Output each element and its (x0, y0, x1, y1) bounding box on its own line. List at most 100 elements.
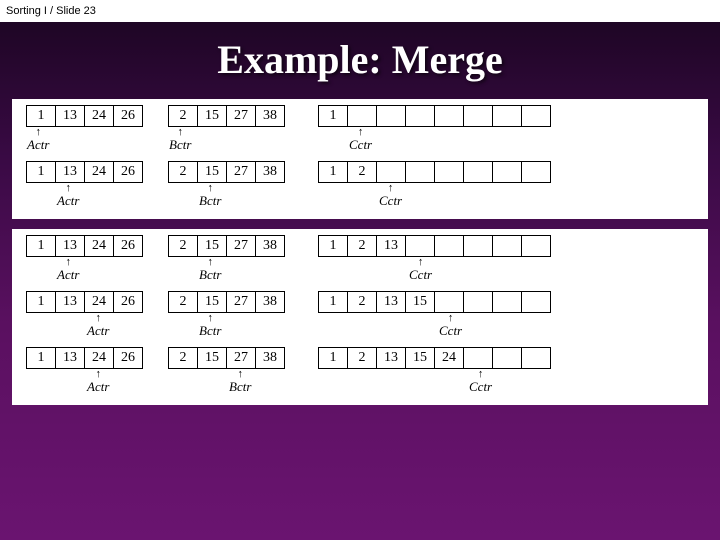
array-cell: . (463, 235, 493, 257)
array-cell: 15 (197, 161, 227, 183)
array-group: 12131524...↑Cctr (318, 347, 558, 397)
array-cell: 24 (84, 235, 114, 257)
array-cell: . (521, 291, 551, 313)
pointer-label: ↑Bctr (199, 257, 221, 283)
array-boxes: 2152738 (168, 235, 285, 257)
array-cell: 2 (347, 235, 377, 257)
up-arrow-icon: ↑ (478, 369, 484, 379)
array-cell: 38 (255, 105, 285, 127)
array-group: 1132426↑Actr (26, 161, 146, 211)
merge-figure-top: 1132426↑Actr2152738↑Bctr1.......↑Cctr113… (12, 99, 708, 219)
pointer-text: Cctr (379, 193, 402, 209)
array-cell: 27 (226, 291, 256, 313)
up-arrow-icon: ↑ (237, 369, 243, 379)
array-cell: 13 (376, 347, 406, 369)
pointer-row: ↑Bctr (168, 313, 288, 341)
array-cell: . (492, 291, 522, 313)
array-cell: 2 (168, 105, 198, 127)
array-cell: 1 (318, 347, 348, 369)
pointer-row: ↑Bctr (168, 257, 288, 285)
array-cell: . (521, 347, 551, 369)
array-cell: . (463, 291, 493, 313)
array-group: 2152738↑Bctr (168, 105, 288, 155)
array-cell: 13 (376, 291, 406, 313)
array-cell: 26 (113, 291, 143, 313)
array-cell: . (434, 291, 464, 313)
array-cell: 2 (347, 347, 377, 369)
pointer-row: ↑Actr (26, 183, 146, 211)
pointer-label: ↑Actr (27, 127, 49, 153)
pointer-text: Actr (87, 323, 109, 339)
array-group: 12......↑Cctr (318, 161, 558, 211)
array-cell: 15 (197, 347, 227, 369)
pointer-text: Bctr (169, 137, 191, 153)
array-cell: 13 (376, 235, 406, 257)
array-cell: 26 (113, 347, 143, 369)
pointer-text: Bctr (199, 323, 221, 339)
array-cell: 1 (318, 291, 348, 313)
pointer-row: ↑Cctr (318, 369, 558, 397)
array-cell: 13 (55, 161, 85, 183)
array-group: 1132426↑Actr (26, 347, 146, 397)
array-cell: 26 (113, 161, 143, 183)
array-boxes: 1213..... (318, 235, 551, 257)
array-cell: 2 (168, 291, 198, 313)
slide-header: Sorting I / Slide 23 (0, 0, 720, 22)
array-group: 2152738↑Bctr (168, 347, 288, 397)
up-arrow-icon: ↑ (95, 369, 101, 379)
array-cell: 13 (55, 291, 85, 313)
array-cell: 24 (84, 291, 114, 313)
pointer-row: ↑Cctr (318, 183, 558, 211)
pointer-text: Cctr (349, 137, 372, 153)
up-arrow-icon: ↑ (207, 257, 213, 267)
merge-step-row: 1132426↑Actr2152738↑Bctr121315....↑Cctr (20, 291, 700, 341)
merge-figure-bottom: 1132426↑Actr2152738↑Bctr1213.....↑Cctr11… (12, 229, 708, 405)
pointer-label: ↑Bctr (229, 369, 251, 395)
pointer-row: ↑Actr (26, 313, 146, 341)
array-boxes: 2152738 (168, 347, 285, 369)
pointer-label: ↑Bctr (199, 313, 221, 339)
array-cell: . (492, 235, 522, 257)
array-cell: . (521, 105, 551, 127)
pointer-row: ↑Actr (26, 257, 146, 285)
array-cell: 27 (226, 347, 256, 369)
array-cell: 2 (168, 235, 198, 257)
array-cell: 1 (26, 291, 56, 313)
up-arrow-icon: ↑ (448, 313, 454, 323)
array-boxes: 1132426 (26, 347, 143, 369)
pointer-label: ↑Cctr (439, 313, 462, 339)
pointer-text: Bctr (199, 193, 221, 209)
array-cell: 15 (405, 347, 435, 369)
array-cell: . (492, 347, 522, 369)
pointer-text: Cctr (439, 323, 462, 339)
pointer-row: ↑Bctr (168, 369, 288, 397)
array-cell: 1 (318, 105, 348, 127)
array-boxes: 2152738 (168, 161, 285, 183)
array-boxes: 1....... (318, 105, 551, 127)
array-cell: . (434, 161, 464, 183)
array-cell: . (405, 105, 435, 127)
pointer-row: ↑Cctr (318, 127, 558, 155)
array-cell: 24 (84, 347, 114, 369)
array-cell: 15 (197, 291, 227, 313)
up-arrow-icon: ↑ (418, 257, 424, 267)
pointer-text: Bctr (199, 267, 221, 283)
array-cell: 27 (226, 235, 256, 257)
array-group: 2152738↑Bctr (168, 291, 288, 341)
array-cell: . (434, 105, 464, 127)
array-cell: 1 (318, 235, 348, 257)
array-cell: 13 (55, 235, 85, 257)
array-cell: 1 (26, 161, 56, 183)
pointer-row: ↑Bctr (168, 127, 288, 155)
array-group: 121315....↑Cctr (318, 291, 558, 341)
merge-step-row: 1132426↑Actr2152738↑Bctr1.......↑Cctr (20, 105, 700, 155)
array-cell: 27 (226, 161, 256, 183)
array-group: 2152738↑Bctr (168, 235, 288, 285)
array-group: 2152738↑Bctr (168, 161, 288, 211)
array-cell: 13 (55, 347, 85, 369)
pointer-text: Actr (87, 379, 109, 395)
array-group: 1213.....↑Cctr (318, 235, 558, 285)
pointer-label: ↑Actr (87, 313, 109, 339)
pointer-text: Cctr (469, 379, 492, 395)
array-cell: 24 (84, 105, 114, 127)
